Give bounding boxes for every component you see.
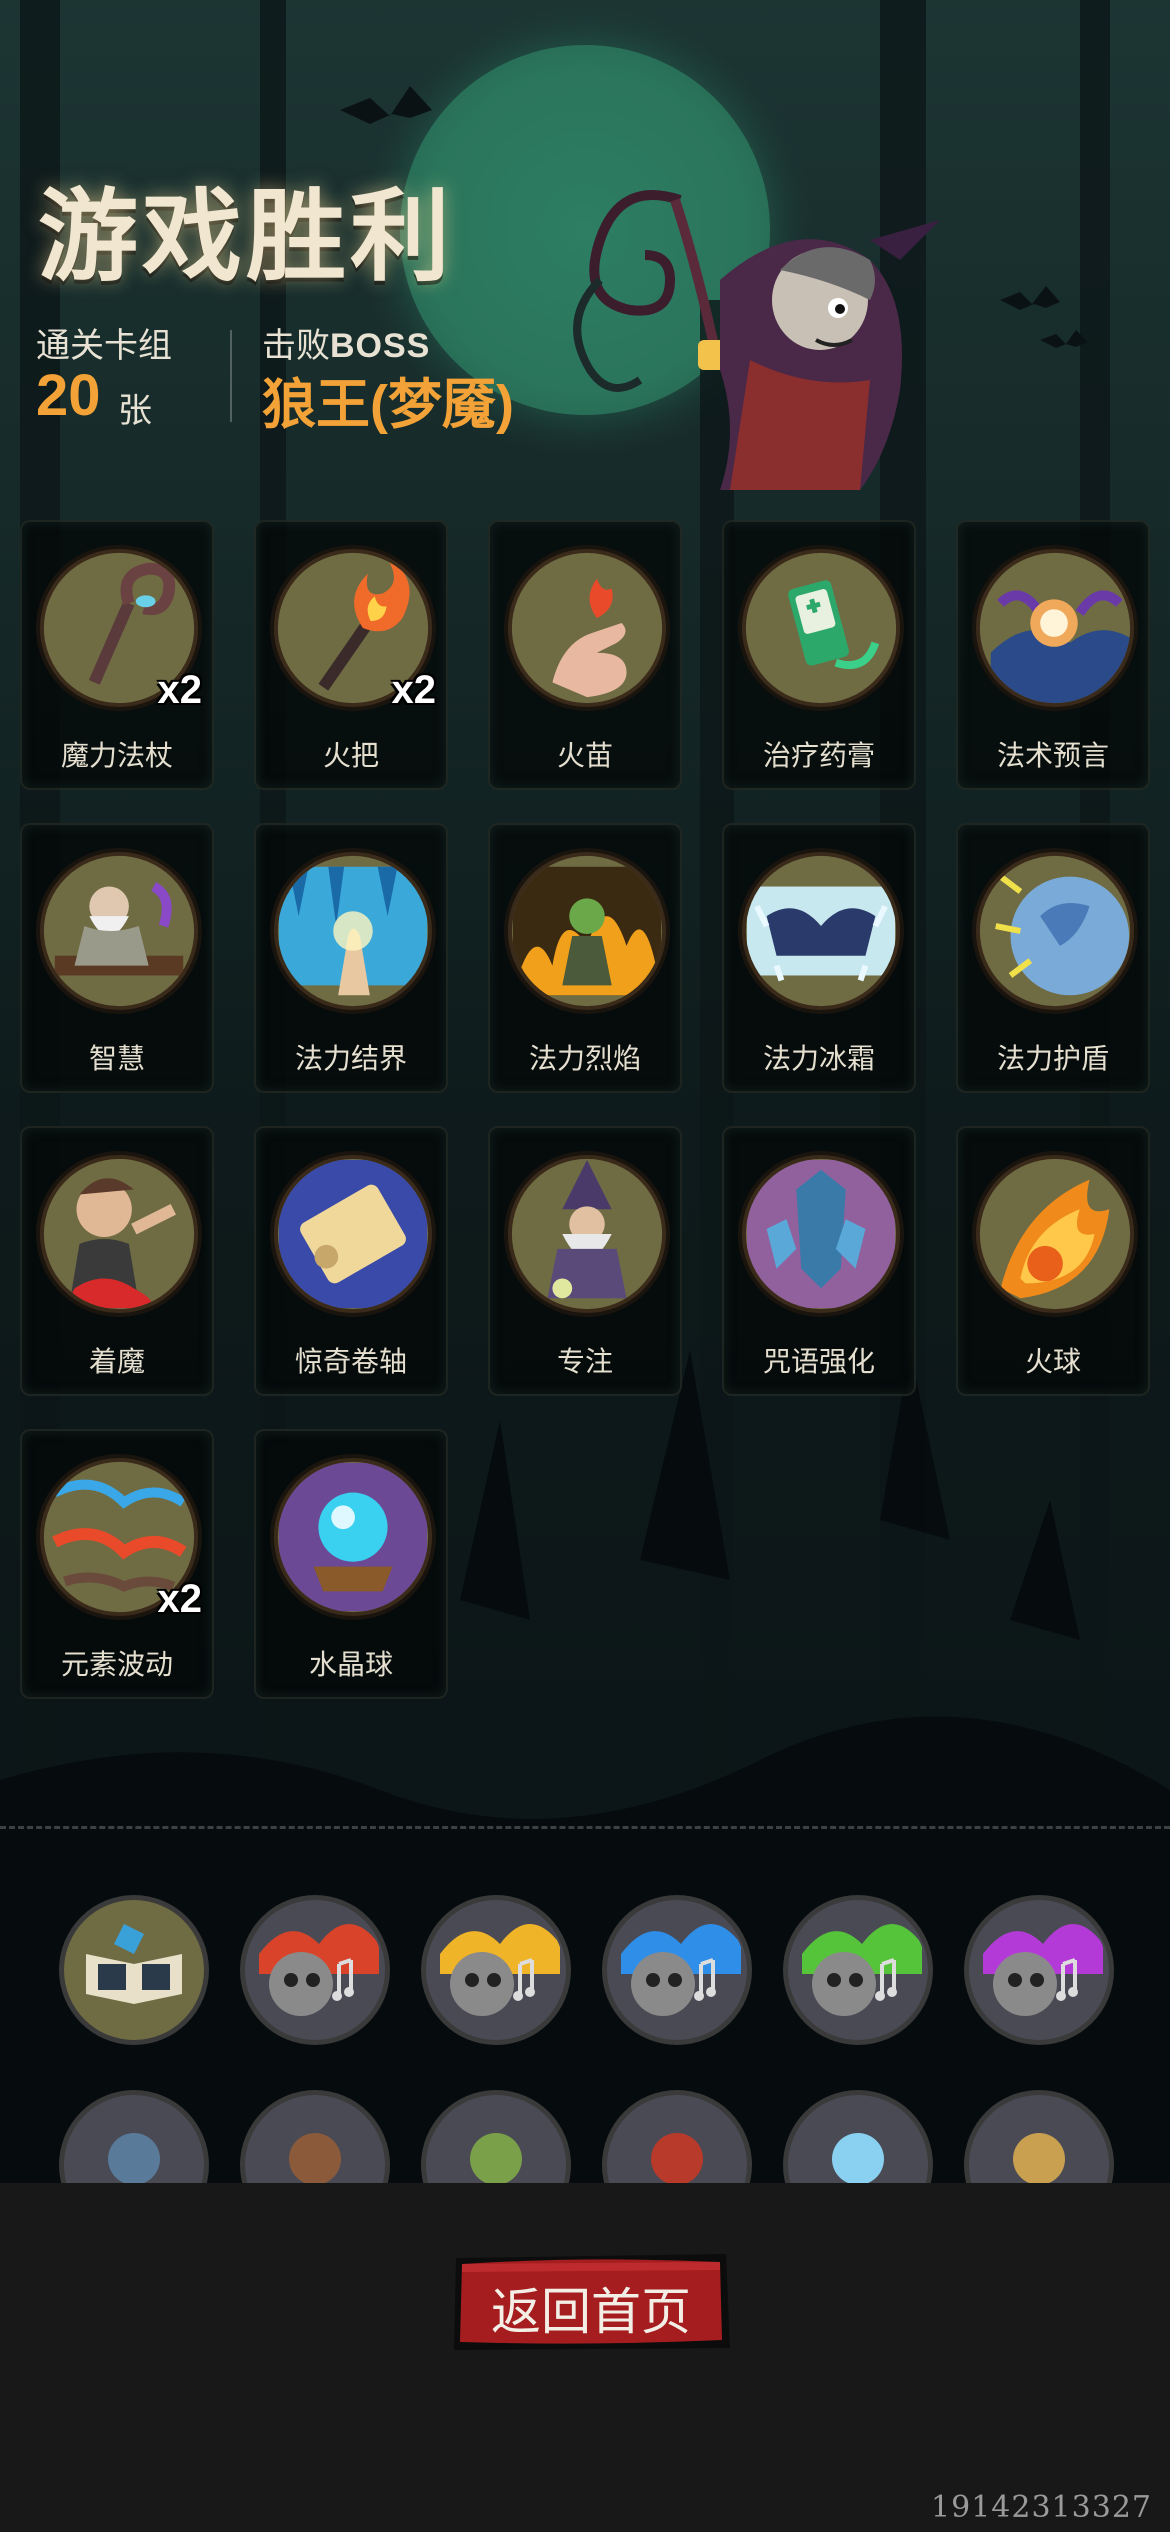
card-name: 法术预言 bbox=[996, 740, 1109, 771]
deck-card[interactable]: 惊奇卷轴 bbox=[254, 1126, 448, 1396]
deck-unit: 张 bbox=[118, 392, 152, 430]
card-name: 法力护盾 bbox=[996, 1043, 1109, 1074]
deck-card[interactable]: 火苗 bbox=[488, 520, 682, 790]
deck-card[interactable]: x2 魔力法杖 bbox=[20, 520, 214, 790]
deck-card[interactable]: 法力结界 bbox=[254, 823, 448, 1093]
card-name: 火苗 bbox=[556, 740, 613, 771]
card-count-badge: x2 bbox=[157, 668, 203, 712]
deck-card[interactable]: x2 元素波动 bbox=[20, 1429, 214, 1699]
deck-card[interactable]: 专注 bbox=[488, 1126, 682, 1396]
purple-skull-music-relic-icon[interactable] bbox=[963, 1894, 1115, 2046]
deck-card[interactable]: 治疗药膏 bbox=[722, 520, 916, 790]
deck-card[interactable]: 火球 bbox=[956, 1126, 1150, 1396]
ice-barrier-hand-icon bbox=[269, 847, 437, 1015]
card-name: 法力烈焰 bbox=[528, 1043, 641, 1074]
fire-zombie-icon bbox=[503, 847, 671, 1015]
deck-card[interactable]: 着魔 bbox=[20, 1126, 214, 1396]
spellbook-relic-icon[interactable] bbox=[58, 1894, 210, 2046]
card-name: 法力冰霜 bbox=[762, 1043, 875, 1074]
possessed-man-icon bbox=[35, 1150, 203, 1318]
fireball-icon bbox=[971, 1150, 1139, 1318]
planet-shield-icon bbox=[971, 847, 1139, 1015]
page-title: 游戏胜利 bbox=[38, 178, 454, 295]
card-count-badge: x2 bbox=[157, 1577, 203, 1621]
card-name: 治疗药膏 bbox=[762, 740, 875, 771]
crystal-shards-icon bbox=[737, 1150, 905, 1318]
blue-skull-music-relic-icon[interactable] bbox=[601, 1894, 753, 2046]
card-name: 魔力法杖 bbox=[60, 740, 173, 771]
card-name: 火球 bbox=[1024, 1346, 1081, 1377]
card-name: 着魔 bbox=[88, 1346, 145, 1377]
card-count-badge: x2 bbox=[391, 668, 437, 712]
deck-card[interactable]: 法力冰霜 bbox=[722, 823, 916, 1093]
return-home-button[interactable]: 返回首页 bbox=[450, 2250, 732, 2354]
home-button-label: 返回首页 bbox=[491, 2283, 691, 2341]
card-name: 咒语强化 bbox=[762, 1346, 875, 1377]
deck-card[interactable]: 水晶球 bbox=[254, 1429, 448, 1699]
stat-divider bbox=[230, 330, 232, 422]
deck-label: 通关卡组 bbox=[36, 327, 172, 365]
crystal-orb-hands-icon bbox=[971, 544, 1139, 712]
bottom-panel bbox=[0, 2183, 1170, 2532]
boss-name: 狼王(梦魇) bbox=[262, 375, 514, 435]
crystal-ball-icon bbox=[269, 1453, 437, 1621]
deck-card[interactable]: 智慧 bbox=[20, 823, 214, 1093]
card-name: 水晶球 bbox=[308, 1649, 393, 1680]
flame-fingers-icon bbox=[503, 544, 671, 712]
card-name: 火把 bbox=[322, 740, 379, 771]
deck-card[interactable]: 咒语强化 bbox=[722, 1126, 916, 1396]
old-sage-icon bbox=[35, 847, 203, 1015]
deck-card[interactable]: 法力护盾 bbox=[956, 823, 1150, 1093]
card-name: 惊奇卷轴 bbox=[294, 1346, 407, 1377]
ointment-tube-icon bbox=[737, 544, 905, 712]
card-name: 智慧 bbox=[88, 1043, 145, 1074]
red-skull-music-relic-icon[interactable] bbox=[239, 1894, 391, 2046]
deck-count: 20 bbox=[36, 363, 101, 428]
frozen-hands-icon bbox=[737, 847, 905, 1015]
hooded-witch-illustration bbox=[573, 190, 940, 490]
wizard-icon bbox=[503, 1150, 671, 1318]
yellow-skull-music-relic-icon[interactable] bbox=[420, 1894, 572, 2046]
deck-card[interactable]: 法力烈焰 bbox=[488, 823, 682, 1093]
card-name: 元素波动 bbox=[60, 1649, 173, 1680]
green-skull-music-relic-icon[interactable] bbox=[782, 1894, 934, 2046]
deck-card-grid: x2 魔力法杖 x2 火把 火苗 治疗药膏 法术预言智慧 法力结界 法力烈焰 法力冰霜 法力护盾着魔… bbox=[20, 520, 1150, 1699]
deck-card[interactable]: x2 火把 bbox=[254, 520, 448, 790]
scroll-icon bbox=[269, 1150, 437, 1318]
card-name: 专注 bbox=[556, 1346, 613, 1377]
card-name: 法力结界 bbox=[294, 1043, 407, 1074]
deck-card[interactable]: 法术预言 bbox=[956, 520, 1150, 790]
section-divider bbox=[0, 1826, 1170, 1829]
build-id: 19142313327 bbox=[931, 2490, 1152, 2525]
